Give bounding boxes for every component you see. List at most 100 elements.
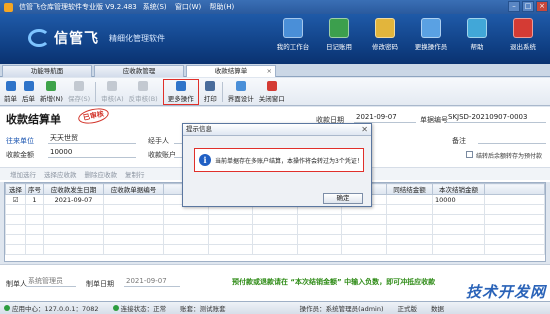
add-row-button[interactable]: 增加选行	[10, 169, 36, 179]
row-checkbox[interactable]: ☑	[5, 194, 26, 205]
copy-row-button[interactable]: 复制行	[125, 169, 145, 179]
close-button[interactable]: ×	[536, 1, 548, 12]
status-edition: 正式版	[398, 303, 418, 313]
carryover-label: 结转后余额转存为预付款	[476, 153, 543, 160]
status-bar: 应用中心：127.0.0.1：7082 连接状态：正常 账套：测试账套 操作员：…	[0, 301, 550, 314]
data-text: 数据	[431, 305, 445, 313]
more-actions-icon	[175, 80, 186, 91]
tab-receipt-settlement[interactable]: 收款结算单 ×	[186, 65, 276, 77]
col-select[interactable]: 选择	[5, 183, 26, 195]
layout-design-button[interactable]: 界面设计	[228, 80, 254, 103]
help-icon	[467, 18, 487, 38]
print-button[interactable]: 打印	[203, 80, 217, 103]
menu-window[interactable]: 窗口(W)	[175, 3, 201, 11]
app-center-text: 应用中心：127.0.0.1：7082	[12, 305, 99, 313]
make-date-field: 2021-09-07	[124, 277, 180, 287]
main-menu: 系统(S) 窗口(W) 帮助(H)	[143, 2, 241, 12]
total-amount-field[interactable]: 10000	[48, 148, 136, 158]
close-window-label: 关闭窗口	[258, 94, 285, 103]
col-settled-amount[interactable]: 同结结金额	[386, 183, 433, 195]
remark-field[interactable]	[478, 134, 546, 144]
col-date[interactable]: 应收款发生日期	[43, 183, 104, 195]
print-icon	[205, 80, 216, 91]
journal-button[interactable]: 日记账用	[318, 18, 360, 51]
menu-help[interactable]: 帮助(H)	[210, 3, 235, 11]
toolbar-separator	[95, 81, 97, 102]
col-no[interactable]: 序号	[25, 183, 44, 195]
print-label: 打印	[203, 94, 217, 103]
more-actions-label: 更多操作	[167, 94, 194, 103]
header-banner: 信管飞 精细化管理软件 我的工作台 日记账用 修改密码 更换操作员 帮助 退出系…	[0, 14, 550, 64]
logo-mark-icon	[28, 29, 50, 47]
settlement-notice: 预付款或退款请在 “本次结销金额” 中输入负数，即可冲抵应收款	[232, 278, 436, 286]
toolbar-separator	[221, 81, 223, 102]
info-dialog: 提示信息 ✕ i 当前单据存在多账户结算，本操作将会转过为3个凭证！ 确定	[182, 123, 372, 207]
audit-icon	[107, 80, 118, 91]
delete-receivable-button[interactable]: 删除应收款	[85, 169, 118, 179]
save-button[interactable]: 保存(S)	[67, 80, 91, 103]
help-label: 帮助	[470, 43, 484, 51]
dialog-close-icon[interactable]: ✕	[361, 125, 368, 134]
minimize-button[interactable]: –	[508, 1, 520, 12]
layout-design-icon	[235, 80, 246, 91]
window-controls: – □ ×	[508, 1, 548, 12]
next-doc-button[interactable]: 后单	[22, 80, 35, 103]
workbench-button[interactable]: 我的工作台	[272, 18, 314, 51]
audit-button[interactable]: 审核(A)	[101, 80, 124, 103]
close-window-icon	[266, 80, 277, 91]
brand-slogan: 精细化管理软件	[109, 33, 165, 43]
power-icon	[513, 18, 533, 38]
dialog-title: 提示信息	[183, 124, 371, 136]
row-amount[interactable]: 10000	[432, 194, 485, 205]
doc-number-field[interactable]: SKJSD-20210907-0003	[446, 113, 546, 123]
server-status-icon	[4, 305, 10, 311]
menu-system[interactable]: 系统(S)	[143, 3, 167, 11]
tab-receivables[interactable]: 应收款管理	[94, 65, 184, 77]
total-amount-label: 收款金额	[6, 151, 34, 159]
row-cell	[386, 194, 433, 205]
audited-stamp: 已审核	[76, 105, 111, 127]
select-receivable-button[interactable]: 选择应收款	[44, 169, 77, 179]
row-no: 1	[25, 194, 44, 205]
col-docno[interactable]: 应收款单据编号	[103, 183, 164, 195]
toolbar: 前单 后单 新增(N) 保存(S) 审核(A) 反审核(B) 更多操作 打印 界…	[0, 78, 550, 106]
info-icon: i	[199, 154, 211, 166]
help-button[interactable]: 帮助	[456, 18, 498, 51]
prev-doc-label: 前单	[4, 94, 17, 103]
module-tabs: 功能导航面 应收款管理 收款结算单 ×	[0, 64, 550, 77]
change-password-button[interactable]: 修改密码	[364, 18, 406, 51]
account-text: 账套：测试账套	[180, 305, 226, 313]
col-current-settle-amount[interactable]: 本次结销金额	[432, 183, 485, 195]
edition-text: 正式版	[397, 305, 418, 313]
exit-label: 退出系统	[510, 43, 536, 51]
doc-number-label: 单据编号	[420, 116, 448, 124]
prev-doc-button[interactable]: 前单	[4, 80, 17, 103]
new-button[interactable]: 新增(N)	[40, 80, 63, 103]
key-icon	[375, 18, 395, 38]
row-date: 2021-09-07	[43, 194, 104, 205]
customer-label: 往来单位	[6, 137, 34, 145]
unaudit-button[interactable]: 反审核(B)	[128, 80, 158, 103]
tab-close-icon[interactable]: ×	[267, 66, 272, 77]
carryover-checkbox[interactable]	[466, 151, 473, 158]
status-app-center: 应用中心：127.0.0.1：7082	[4, 303, 99, 313]
ok-button[interactable]: 确定	[323, 193, 363, 204]
maximize-button[interactable]: □	[522, 1, 534, 12]
tab-navigation[interactable]: 功能导航面	[2, 65, 92, 77]
save-label: 保存(S)	[67, 94, 91, 103]
change-password-label: 修改密码	[372, 43, 398, 51]
maker-field: 系统管理员	[26, 277, 76, 287]
receipt-date-field[interactable]: 2021-09-07	[354, 113, 416, 123]
switch-operator-button[interactable]: 更换操作员	[410, 18, 452, 51]
unaudit-label: 反审核(B)	[128, 94, 158, 103]
operator-text: 操作员：系统管理员(admin)	[299, 305, 384, 313]
more-actions-button[interactable]: 更多操作	[162, 78, 199, 105]
close-window-button[interactable]: 关闭窗口	[258, 80, 285, 103]
arrow-up-icon	[5, 80, 16, 91]
dialog-message-box: i 当前单据存在多账户结算，本操作将会转过为3个凭证！	[194, 148, 364, 172]
dialog-message: 当前单据存在多账户结算，本操作将会转过为3个凭证！	[215, 157, 363, 165]
tab-receipt-settlement-label: 收款结算单	[214, 67, 248, 75]
window-title: 信管飞仓库管理软件专业版 V9.2.483	[19, 3, 137, 11]
exit-button[interactable]: 退出系统	[502, 18, 544, 51]
customer-field[interactable]: 天天世贸	[48, 134, 136, 144]
